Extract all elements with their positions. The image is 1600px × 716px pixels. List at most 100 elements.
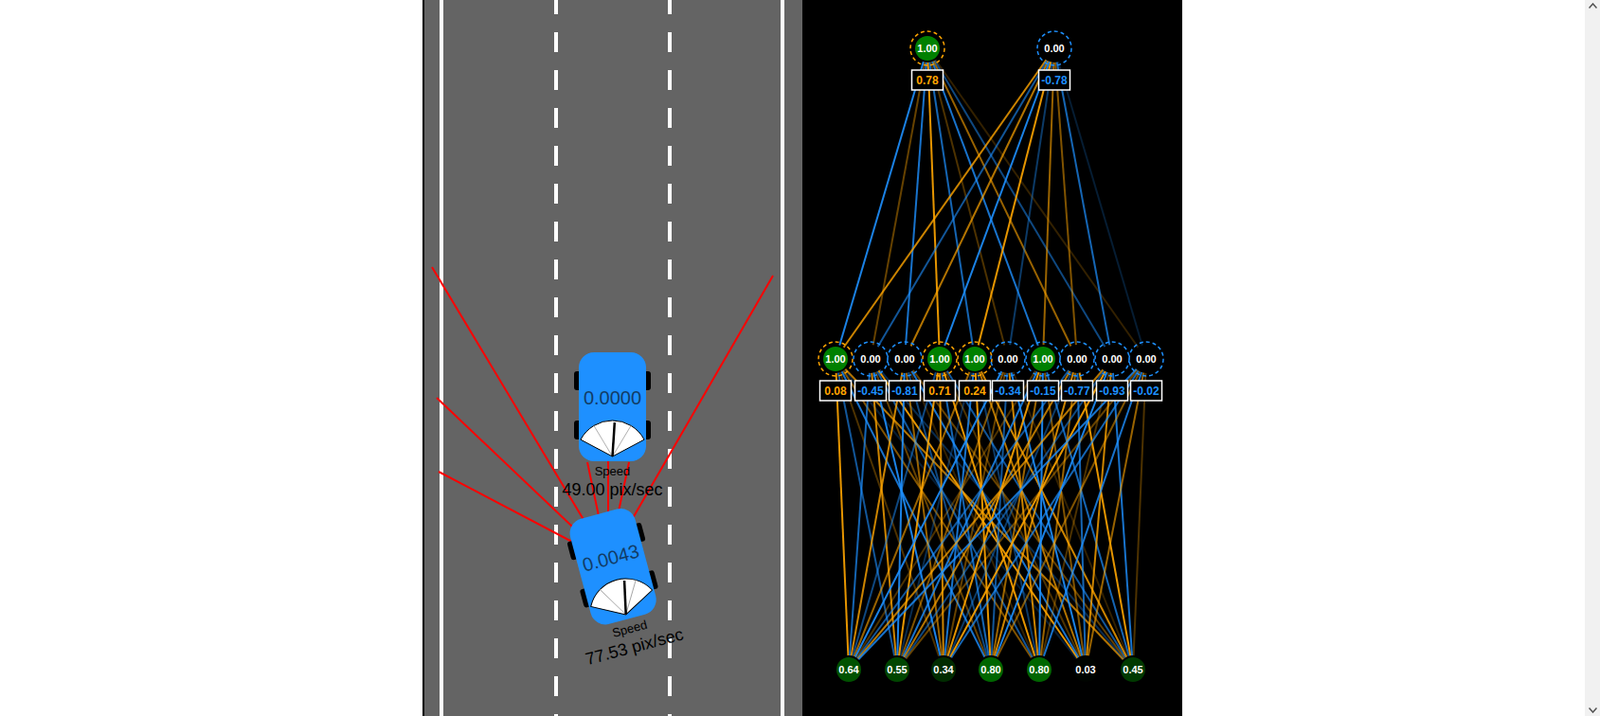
weight-edge — [1085, 359, 1147, 670]
weight-edge — [939, 359, 1040, 670]
neuron-value: 0.64 — [838, 664, 860, 676]
neuron: 0.00-0.81 — [887, 341, 922, 401]
network-canvas: 0.640.550.340.800.800.030.451.000.080.00… — [802, 0, 1183, 716]
bias-ring — [1025, 341, 1061, 377]
app: 0.0000Speed49.00 pix/sec0.0043Speed77.53… — [0, 0, 1600, 716]
neuron-fill — [1064, 346, 1090, 372]
scrollbar[interactable] — [1584, 0, 1600, 716]
car: 0.0043Speed77.53 pix/sec — [566, 504, 670, 666]
neuron-fill — [915, 35, 940, 61]
weight-edge — [943, 359, 1113, 670]
weight-edge — [927, 48, 1113, 360]
neuron-value: 1.00 — [964, 353, 985, 365]
neuron-fill — [1099, 346, 1125, 372]
bias-ring — [910, 31, 945, 66]
weight-edge — [939, 359, 944, 670]
scroll-up-icon[interactable] — [1588, 2, 1598, 9]
neuron: 1.00 0.08 — [818, 341, 853, 401]
weight-edge — [904, 48, 928, 360]
bias-label: -0.15 — [1029, 384, 1057, 398]
weight-edge — [848, 359, 975, 670]
bias-label: -0.81 — [891, 384, 918, 398]
weight-edge — [904, 359, 1133, 670]
left-margin — [0, 0, 423, 716]
car-body: 0.0043 — [566, 504, 660, 628]
neuron: 0.64 — [834, 655, 863, 684]
weight-edge — [897, 359, 1008, 670]
neuron-fill — [1133, 346, 1159, 372]
weight-edge — [904, 359, 1086, 670]
speed-gauge — [580, 420, 645, 457]
weight-edge — [927, 48, 1008, 360]
bias-ring — [922, 341, 957, 377]
neuron: 0.45 — [1118, 655, 1148, 684]
neuron-value: 1.00 — [929, 353, 950, 365]
neuron-value: 0.00 — [1066, 353, 1087, 365]
bias-label: -0.78 — [1041, 73, 1068, 88]
bias-ring — [1095, 341, 1130, 377]
weight-edge — [904, 48, 1055, 360]
neuron-value: 0.00 — [1043, 42, 1064, 54]
neuron: 1.000.24 — [957, 341, 992, 401]
neuron: 0.80 — [1024, 655, 1054, 684]
weight-edge — [1007, 48, 1055, 360]
neuron-fill — [1030, 346, 1056, 372]
weight-edge — [1054, 48, 1113, 360]
bias-ring — [1060, 341, 1095, 377]
neuron-fill — [1026, 657, 1052, 683]
weight-edge — [1039, 359, 1147, 670]
weight-edge — [1054, 48, 1078, 360]
bias-label: -0.45 — [857, 384, 884, 398]
neuron-value: 0.00 — [1135, 353, 1156, 365]
neuron: 0.00-0.34 — [990, 341, 1025, 401]
weight-edge — [897, 359, 1147, 670]
neuron-value: 0.00 — [1101, 353, 1122, 365]
neuron-fill — [858, 346, 883, 372]
weight-edge — [943, 359, 1078, 670]
bias-ring — [818, 341, 853, 377]
weight-edge — [848, 359, 1078, 670]
weight-edge — [943, 359, 1147, 670]
neuron-fill — [995, 346, 1021, 372]
bias-label: -0.02 — [1132, 384, 1160, 398]
bias-label: 0.08 — [824, 384, 847, 398]
neuron-fill — [927, 346, 953, 372]
weight-edge — [1077, 359, 1086, 670]
bias-label: 0.71 — [928, 384, 952, 398]
neuron: 0.80 — [976, 655, 1006, 684]
speed-label: Speed — [550, 465, 675, 478]
weight-edge — [848, 359, 1147, 670]
weight-edge — [1054, 48, 1147, 360]
neuron: 0.00 -0.78 — [1037, 31, 1072, 90]
neuron: 0.00-0.77 — [1060, 341, 1095, 401]
weight-edge — [835, 359, 1133, 670]
bias-ring — [1037, 31, 1072, 66]
car-label: 0.0000 — [573, 388, 652, 408]
bias-ring — [1129, 341, 1164, 377]
neuron-fill — [1042, 35, 1067, 61]
weight-edge — [897, 359, 1113, 670]
weight-edge — [1042, 48, 1055, 360]
neuron-value: 0.55 — [886, 664, 907, 676]
weight-edge — [927, 48, 1147, 360]
neuron-fill — [884, 657, 910, 683]
weight-edge — [848, 359, 1113, 670]
neuron-value: 1.00 — [825, 353, 845, 365]
neuron: 0.00-0.45 — [853, 341, 888, 401]
neuron-fill — [1073, 657, 1098, 683]
scroll-down-icon[interactable] — [1588, 707, 1598, 714]
weight-edge — [939, 359, 1133, 670]
bias-ring — [990, 341, 1025, 377]
neuron: 0.00-0.93 — [1095, 341, 1130, 401]
weight-edge — [870, 359, 944, 670]
car: 0.0000Speed49.00 pix/sec — [578, 352, 647, 502]
neuron-fill — [962, 346, 988, 372]
weight-edge — [835, 359, 849, 670]
weight-edge — [835, 48, 928, 360]
speed-gauge — [585, 572, 657, 624]
weight-edge — [927, 48, 1078, 360]
neuron: 0.03 — [1071, 655, 1100, 684]
gauge-needle — [617, 580, 634, 615]
neuron: 1.000.78 — [910, 31, 945, 90]
neuron-value: 0.80 — [1028, 664, 1049, 676]
